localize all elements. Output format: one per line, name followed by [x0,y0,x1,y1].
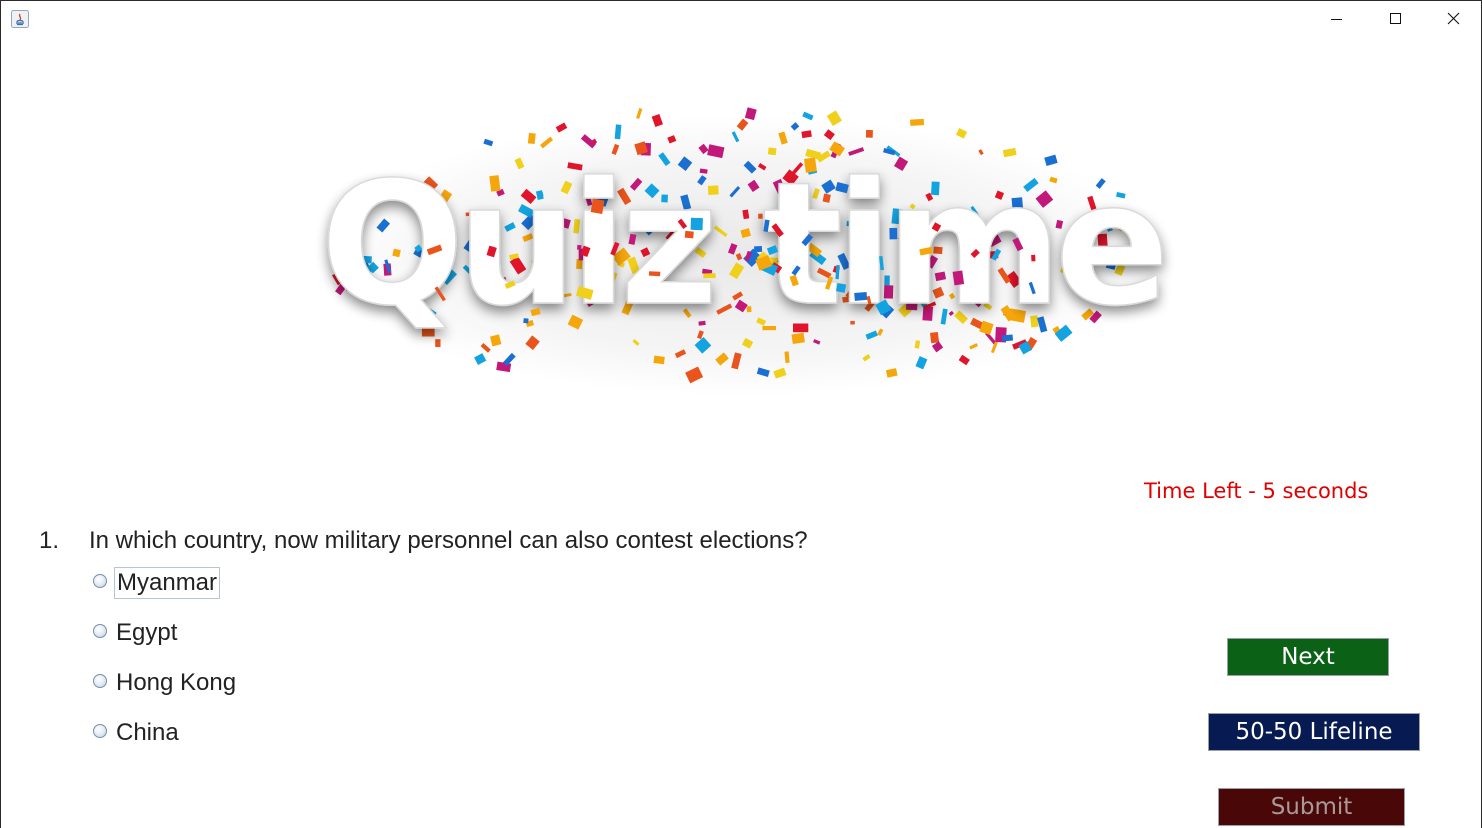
confetti-piece [590,198,605,215]
confetti-piece [854,291,868,301]
confetti-piece [489,175,501,192]
confetti-piece [577,244,582,250]
next-button[interactable]: Next [1227,638,1389,676]
option-egypt[interactable]: Egypt [93,616,179,650]
option-label[interactable]: Myanmar [114,567,221,599]
banner-logo-text: Quiz time [320,146,1163,344]
confetti-piece [865,129,873,138]
confetti-piece [850,320,855,325]
option-hong-kong[interactable]: Hong Kong [93,666,238,700]
radio-button[interactable] [93,674,107,688]
confetti-piece [835,282,847,293]
confetti-piece [931,181,940,196]
time-left-label: Time Left - 5 seconds [1144,479,1369,503]
maximize-icon[interactable] [1365,1,1423,37]
confetti-piece [1031,254,1036,262]
submit-button[interactable]: Submit [1218,788,1405,826]
confetti-piece [803,157,817,173]
option-china[interactable]: China [93,716,181,750]
confetti-piece [690,217,703,231]
option-myanmar[interactable]: Myanmar [93,566,221,600]
confetti-piece [698,320,706,326]
app-window: Quiz time Time Left - 5 seconds 1. In wh… [0,0,1482,828]
confetti-piece [648,271,661,277]
confetti-piece [889,227,898,240]
option-label[interactable]: Egypt [114,618,179,648]
confetti-piece [910,118,925,126]
question-text: In which country, now military personnel… [89,527,808,554]
confetti-piece [793,323,809,333]
title-bar [1,1,1481,37]
confetti-piece [684,230,694,239]
confetti-piece [523,318,529,324]
confetti-piece [527,132,536,145]
confetti-piece [653,355,665,365]
confetti-piece [636,107,643,119]
close-icon[interactable] [1423,1,1481,37]
radio-button[interactable] [93,574,107,588]
java-app-icon[interactable] [11,10,29,28]
radio-button[interactable] [93,624,107,638]
minimize-icon[interactable] [1307,1,1365,37]
option-label[interactable]: China [114,718,181,748]
lifeline-button[interactable]: 50-50 Lifeline [1208,713,1420,751]
confetti-piece [952,270,965,286]
option-label[interactable]: Hong Kong [114,668,238,698]
confetti-piece [703,273,716,279]
radio-button[interactable] [93,724,107,738]
confetti-piece [707,185,719,195]
question-number: 1. [39,527,60,554]
quiz-time-banner: Quiz time [301,81,1181,411]
